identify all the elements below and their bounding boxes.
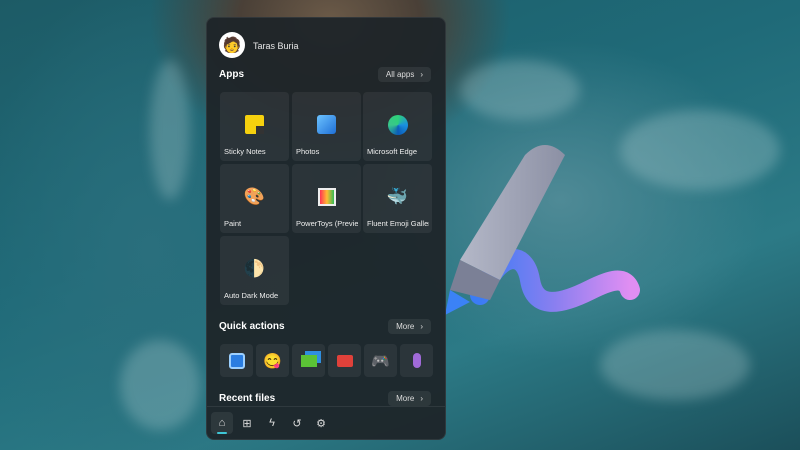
voice-icon bbox=[413, 353, 421, 368]
paint-icon: 🎨 bbox=[244, 186, 265, 207]
chevron-right-icon: › bbox=[420, 322, 423, 331]
edge-icon bbox=[387, 114, 408, 135]
app-tile-sticky-notes[interactable]: Sticky Notes bbox=[220, 92, 289, 161]
powertoys-icon bbox=[316, 186, 337, 207]
app-tile-photos[interactable]: Photos bbox=[292, 92, 361, 161]
chevron-right-icon: › bbox=[420, 394, 423, 403]
settings-icon: ⚙ bbox=[316, 417, 326, 430]
user-name[interactable]: Taras Buria bbox=[253, 41, 299, 51]
app-tile-edge[interactable]: Microsoft Edge bbox=[363, 92, 432, 161]
video-record-icon bbox=[337, 355, 353, 367]
history-icon: ↺ bbox=[292, 417, 301, 430]
app-tile-paint[interactable]: 🎨 Paint bbox=[220, 164, 289, 233]
app-label: Fluent Emoji Gallery bbox=[367, 219, 429, 228]
widgets-icon: ⊞ bbox=[242, 417, 251, 430]
settings-button[interactable]: ⚙ bbox=[310, 412, 332, 434]
emoji-icon: 😋 bbox=[263, 352, 282, 370]
home-icon: ⌂ bbox=[219, 417, 226, 429]
home-button[interactable]: ⌂ bbox=[211, 412, 233, 434]
photos-icon bbox=[316, 114, 337, 135]
recent-files-more-button[interactable]: More › bbox=[388, 391, 431, 406]
more-label: More bbox=[396, 394, 414, 403]
quick-actions-heading: Quick actions bbox=[219, 321, 285, 332]
auto-dark-mode-icon: 🌓 bbox=[244, 258, 265, 279]
more-label: More bbox=[396, 322, 414, 331]
all-apps-label: All apps bbox=[386, 70, 414, 79]
pen-illustration bbox=[430, 130, 650, 330]
start-menu: 🧑 Taras Buria Apps All apps › Sticky Note… bbox=[206, 17, 446, 440]
sticky-notes-icon bbox=[244, 114, 265, 135]
bottom-nav: ⌂ ⊞ ϟ ↺ ⚙ bbox=[207, 406, 445, 439]
app-tile-fluent-emoji[interactable]: 🐳 Fluent Emoji Gallery bbox=[363, 164, 432, 233]
app-label: Microsoft Edge bbox=[367, 147, 429, 156]
app-label: PowerToys (Preview) bbox=[296, 219, 358, 228]
quick-actions-more-button[interactable]: More › bbox=[388, 319, 431, 334]
emoji-action[interactable]: 😋 bbox=[256, 344, 289, 377]
actions-icon: ϟ bbox=[269, 417, 275, 429]
gamepad-icon: 🎮 bbox=[371, 352, 390, 370]
actions-button[interactable]: ϟ bbox=[261, 412, 283, 434]
history-button[interactable]: ↺ bbox=[286, 412, 308, 434]
app-label: Auto Dark Mode bbox=[224, 291, 286, 300]
fluent-emoji-icon: 🐳 bbox=[387, 186, 408, 207]
recent-files-heading: Recent files bbox=[219, 393, 275, 404]
voice-action[interactable] bbox=[400, 344, 433, 377]
screenshot-icon bbox=[229, 353, 245, 369]
widgets-button[interactable]: ⊞ bbox=[236, 412, 258, 434]
app-label: Photos bbox=[296, 147, 358, 156]
app-label: Sticky Notes bbox=[224, 147, 286, 156]
app-tile-auto-dark-mode[interactable]: 🌓 Auto Dark Mode bbox=[220, 236, 289, 305]
app-tile-powertoys[interactable]: PowerToys (Preview) bbox=[292, 164, 361, 233]
remote-desktop-icon bbox=[301, 355, 317, 367]
app-label: Paint bbox=[224, 219, 286, 228]
all-apps-button[interactable]: All apps › bbox=[378, 67, 431, 82]
video-record-action[interactable] bbox=[328, 344, 361, 377]
remote-desktop-action[interactable] bbox=[292, 344, 325, 377]
screenshot-action[interactable] bbox=[220, 344, 253, 377]
chevron-right-icon: › bbox=[420, 70, 423, 79]
gamepad-action[interactable]: 🎮 bbox=[364, 344, 397, 377]
avatar[interactable]: 🧑 bbox=[219, 32, 245, 58]
apps-heading: Apps bbox=[219, 69, 244, 80]
